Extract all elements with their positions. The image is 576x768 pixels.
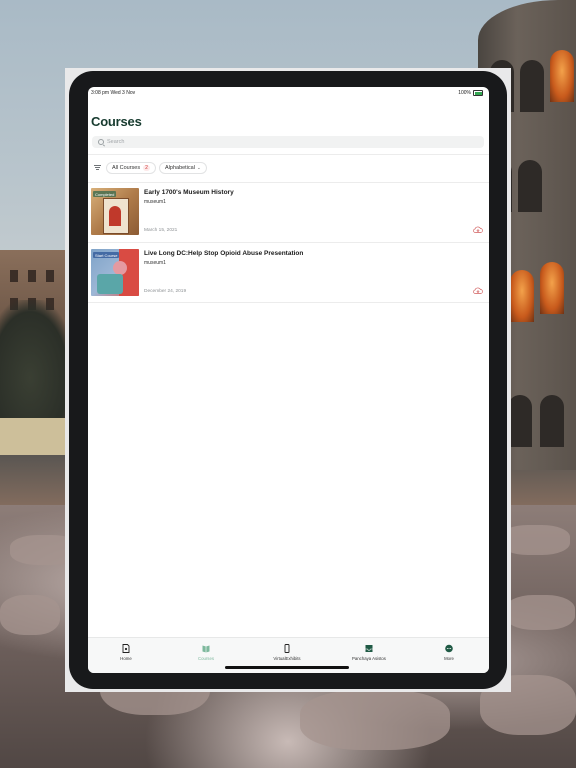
cloud-download-icon[interactable] (473, 226, 483, 234)
page-title: Courses (91, 114, 142, 129)
inbox-icon (365, 645, 373, 652)
course-title: Live Long DC:Help Stop Opioid Abuse Pres… (144, 250, 304, 257)
cloud-download-icon[interactable] (473, 287, 483, 295)
divider (88, 154, 489, 155)
tab-label: Courses (197, 656, 214, 661)
search-input[interactable] (107, 139, 467, 145)
divider (88, 302, 489, 303)
status-bar: 3:08 pm Wed 3 Nov 100% (88, 87, 489, 101)
chevron-down-icon: ⌄ (196, 165, 201, 170)
search-bar[interactable] (92, 136, 484, 148)
sort-label: Alphabetical (165, 165, 195, 171)
course-item[interactable]: Completed Early 1700's Museum History mu… (88, 188, 489, 247)
trees (0, 300, 75, 430)
all-courses-label: All Courses (112, 165, 141, 171)
divider (88, 182, 489, 183)
tab-home[interactable]: Home (91, 644, 161, 661)
tab-virtual-exhibits[interactable]: VirtualExhibits (252, 644, 322, 661)
course-date: December 24, 2019 (144, 289, 187, 294)
course-item[interactable]: Start Course Live Long DC:Help Stop Opio… (88, 249, 489, 308)
tab-label: More (444, 656, 454, 661)
status-right: 100% (458, 90, 483, 96)
course-thumbnail: Completed (91, 188, 139, 235)
course-author: museum1 (144, 199, 166, 205)
course-status-badge: Start Course (93, 252, 120, 258)
all-courses-chip[interactable]: All Courses 2 (106, 162, 156, 174)
phone-icon (284, 644, 290, 653)
app-screen: 3:08 pm Wed 3 Nov 100% Courses All Cours… (88, 87, 489, 673)
tab-panchaya-asistos[interactable]: Panchaya Asistos (334, 644, 404, 661)
course-title: Early 1700's Museum History (144, 189, 234, 196)
divider (88, 242, 489, 243)
home-icon (122, 644, 130, 653)
home-indicator (225, 666, 349, 669)
battery-percent: 100% (458, 90, 471, 96)
battery-icon (473, 90, 483, 96)
course-count-badge: 2 (143, 165, 150, 171)
book-icon (202, 645, 210, 653)
tab-label: VirtualExhibits (273, 656, 301, 661)
tab-more[interactable]: More (414, 644, 484, 661)
search-icon (98, 139, 104, 145)
wall-left (0, 418, 70, 458)
filter-icon[interactable] (94, 165, 101, 171)
tab-label: Home (120, 656, 132, 661)
tab-label: Panchaya Asistos (352, 656, 386, 661)
course-date: March 15, 2021 (144, 228, 178, 233)
more-icon (445, 644, 453, 653)
course-thumbnail: Start Course (91, 249, 139, 296)
course-status-badge: Completed (93, 191, 117, 197)
course-author: museum1 (144, 260, 166, 266)
sort-dropdown[interactable]: Alphabetical ⌄ (159, 162, 207, 174)
status-time: 3:08 pm Wed 3 Nov (91, 90, 136, 96)
tab-courses[interactable]: Courses (171, 644, 241, 661)
